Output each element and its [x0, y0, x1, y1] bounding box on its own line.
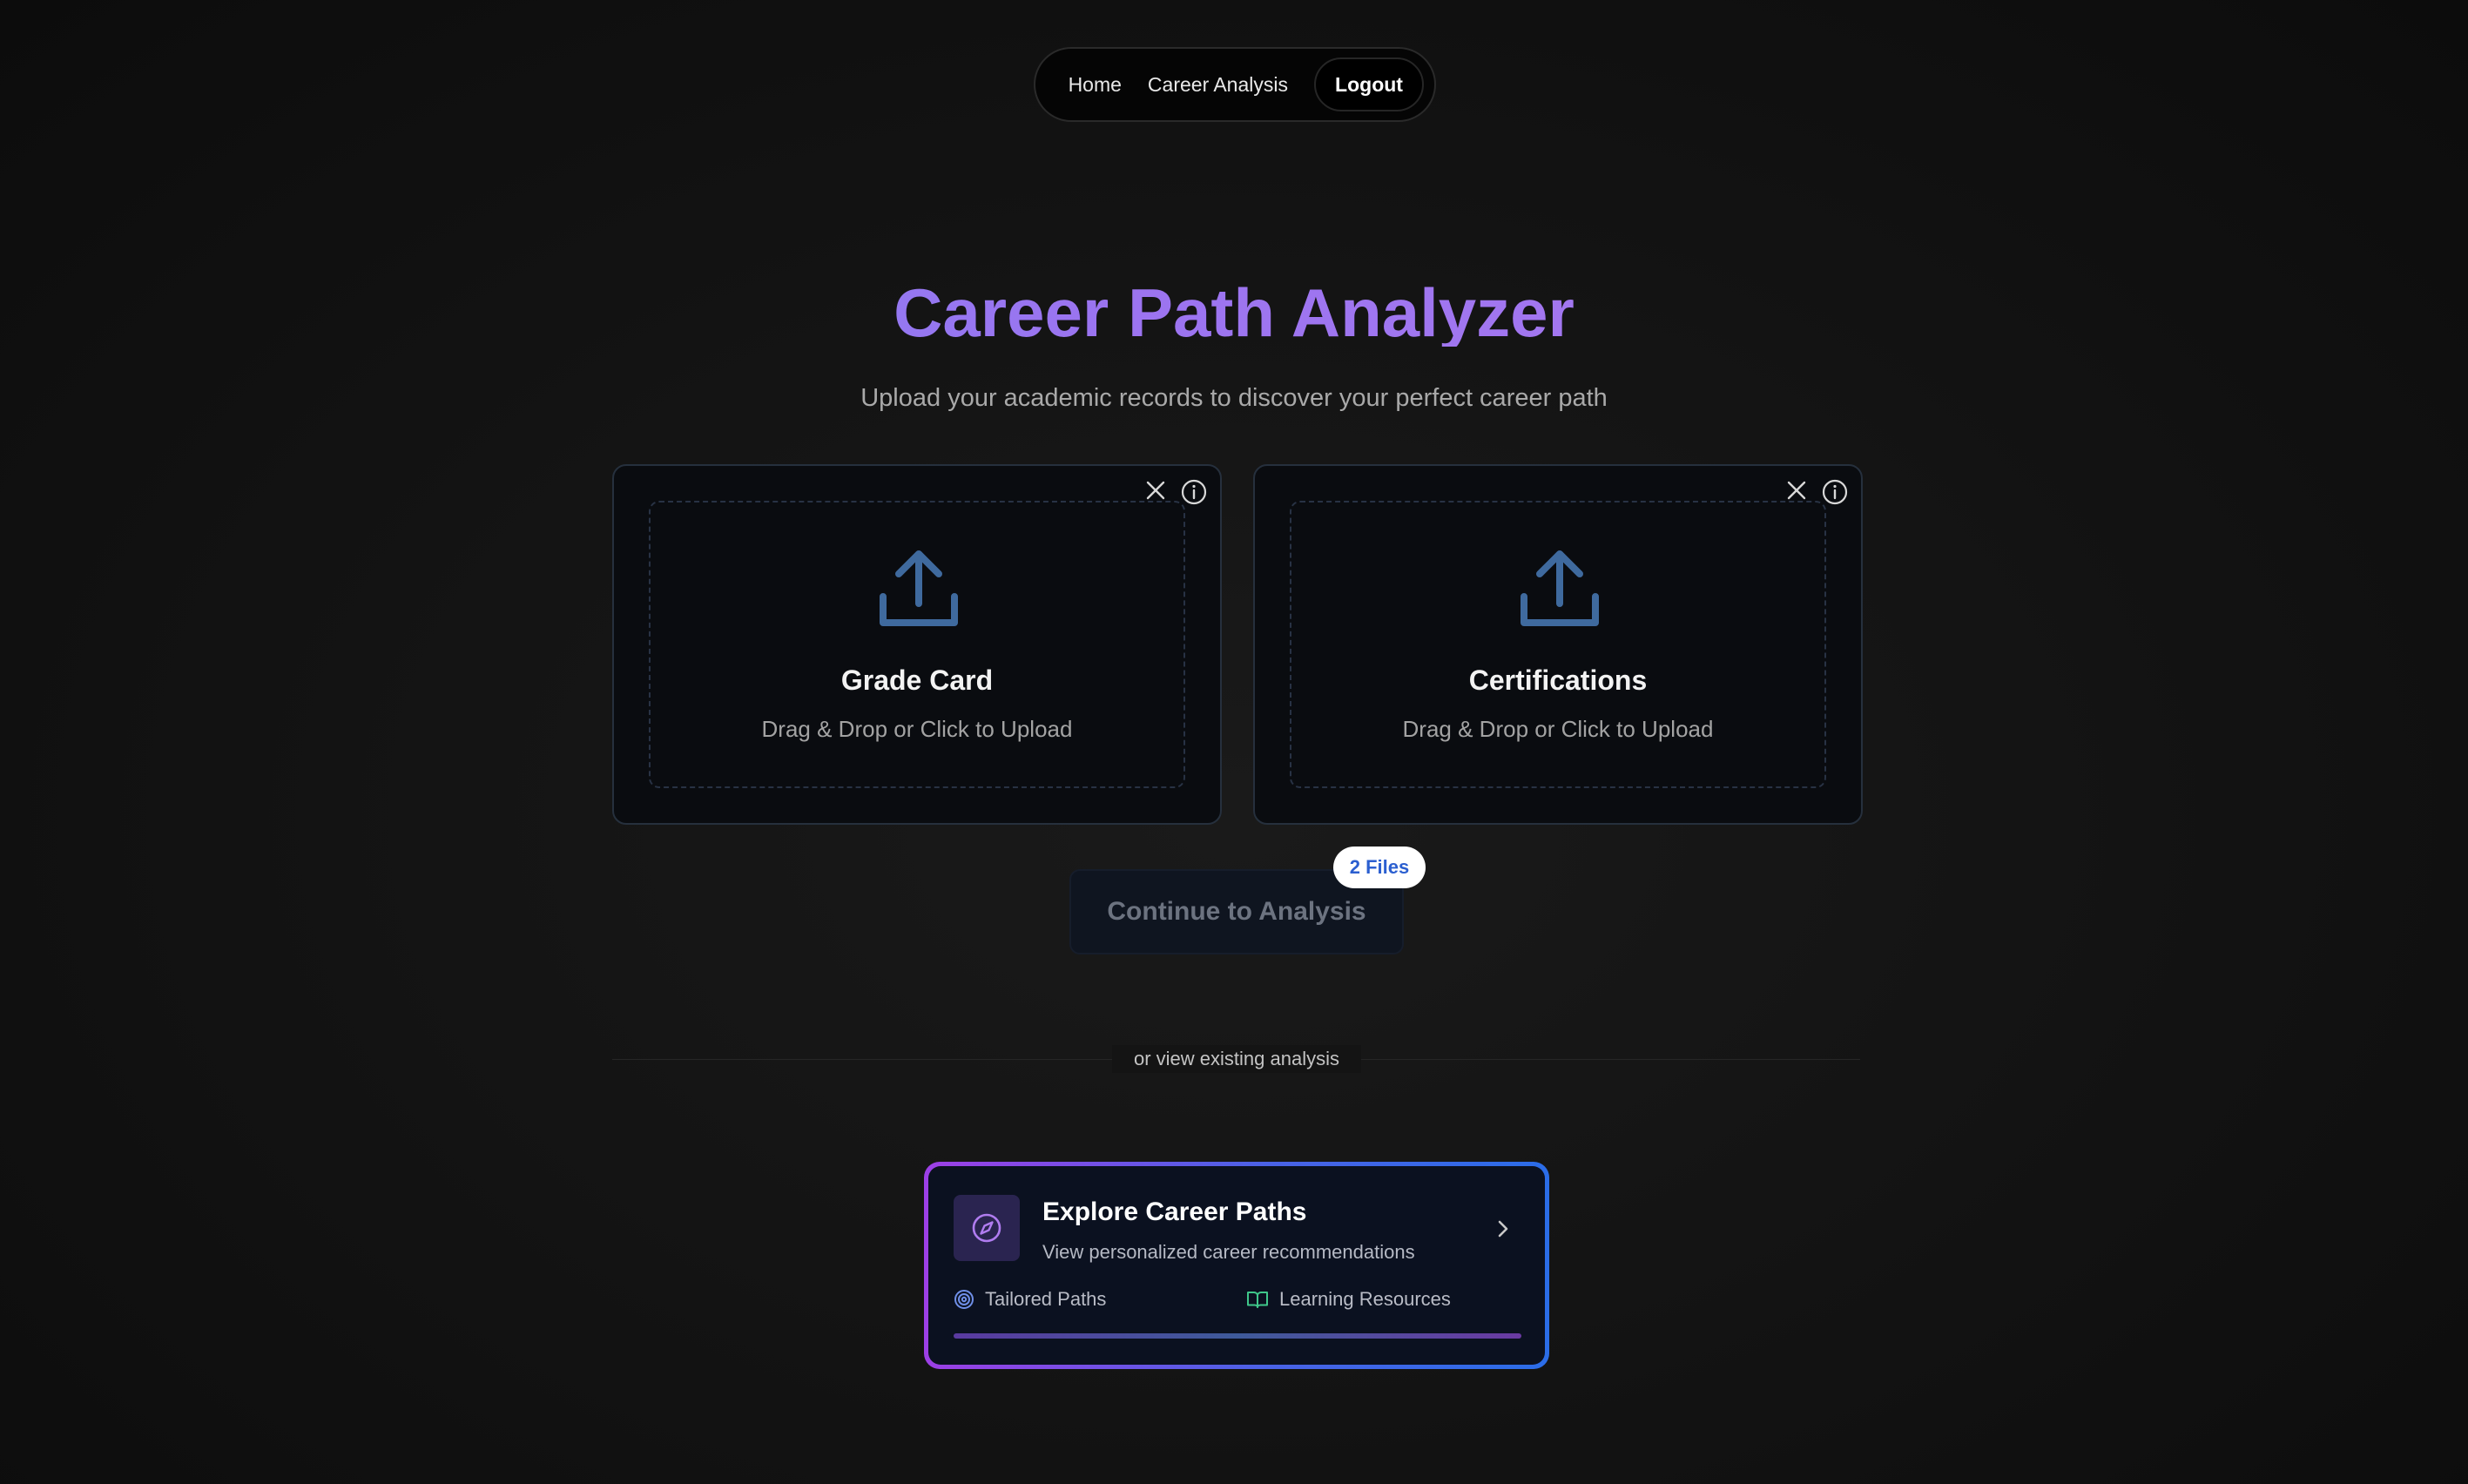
logout-button[interactable]: Logout: [1314, 57, 1424, 111]
page-subtitle: Upload your academic records to discover…: [860, 384, 1608, 412]
feature-label: Tailored Paths: [985, 1288, 1107, 1310]
upload-hint: Drag & Drop or Click to Upload: [761, 716, 1073, 742]
info-icon[interactable]: [1180, 478, 1208, 506]
info-icon[interactable]: [1821, 478, 1849, 506]
compass-icon: [954, 1195, 1020, 1261]
feature-tailored-paths: Tailored Paths: [954, 1288, 1106, 1311]
nav-home-link[interactable]: Home: [1069, 73, 1122, 97]
explore-career-paths-card[interactable]: Explore Career Paths View personalized c…: [924, 1162, 1549, 1369]
explore-title: Explore Career Paths: [1042, 1197, 1307, 1226]
explore-subtitle: View personalized career recommendations: [1042, 1241, 1415, 1263]
certifications-dropzone[interactable]: Certifications Drag & Drop or Click to U…: [1290, 501, 1826, 788]
top-nav: Home Career Analysis Logout: [1034, 47, 1436, 122]
close-icon[interactable]: [1143, 478, 1168, 503]
book-icon: [1247, 1292, 1268, 1308]
feature-label: Learning Resources: [1279, 1288, 1451, 1310]
explore-progress-bar: [954, 1333, 1521, 1339]
upload-card-certifications: Certifications Drag & Drop or Click to U…: [1253, 464, 1863, 825]
grade-card-dropzone[interactable]: Grade Card Drag & Drop or Click to Uploa…: [649, 501, 1185, 788]
file-count-badge: 2 Files: [1333, 847, 1426, 888]
upload-icon: [1521, 550, 1599, 626]
upload-card-grade-card: Grade Card Drag & Drop or Click to Uploa…: [612, 464, 1222, 825]
upload-title: Grade Card: [840, 664, 994, 696]
divider-label: or view existing analysis: [1112, 1045, 1361, 1073]
upload-title: Certifications: [1468, 664, 1648, 696]
target-icon: [954, 1290, 974, 1309]
page-title: Career Path Analyzer: [0, 279, 2468, 347]
explore-card-body: Explore Career Paths View personalized c…: [928, 1166, 1545, 1365]
nav-career-analysis-link[interactable]: Career Analysis: [1148, 73, 1288, 97]
upload-icon: [880, 550, 958, 626]
upload-hint: Drag & Drop or Click to Upload: [1402, 716, 1714, 742]
close-icon[interactable]: [1784, 478, 1809, 503]
feature-learning-resources: Learning Resources: [1246, 1288, 1451, 1311]
chevron-right-icon[interactable]: [1491, 1217, 1515, 1241]
